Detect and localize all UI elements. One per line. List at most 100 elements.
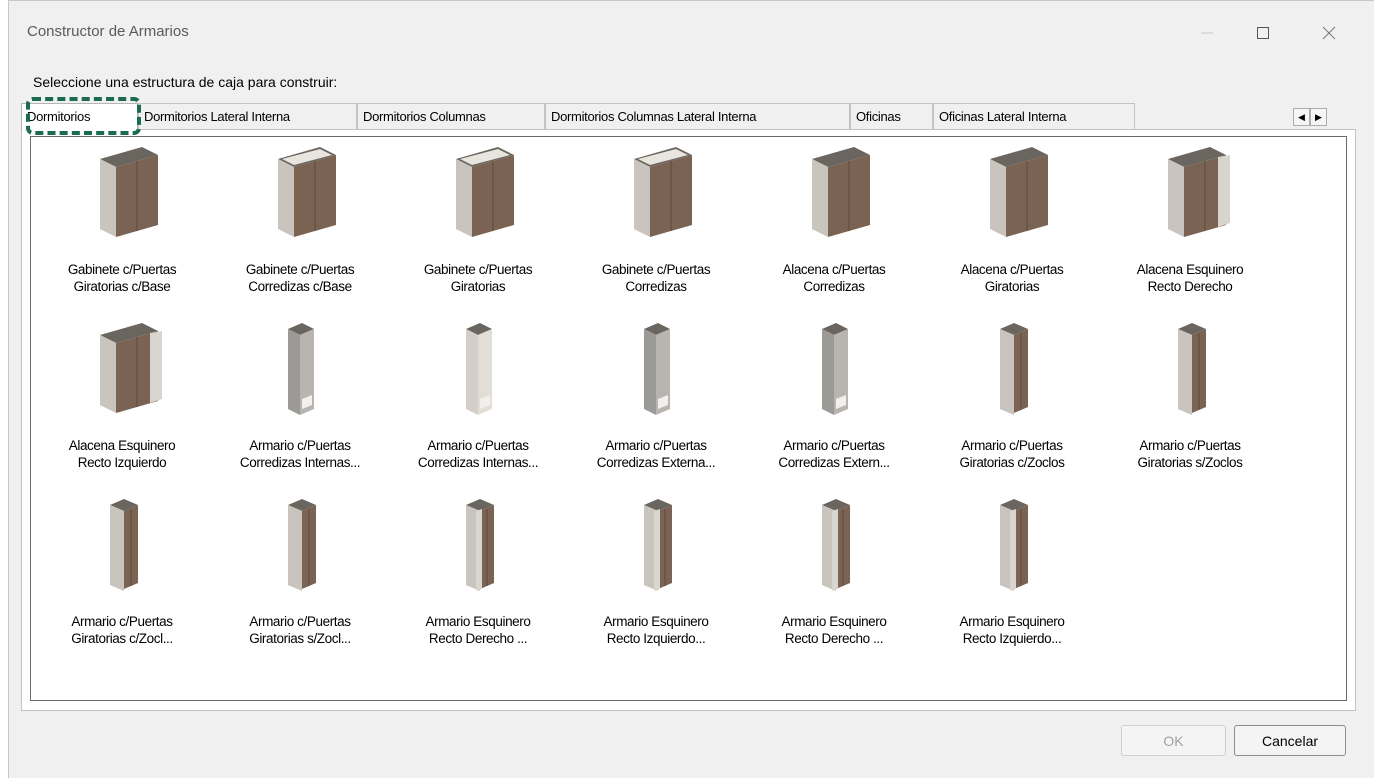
structure-item-label: Alacena Esquinero Recto Derecho <box>1101 261 1279 295</box>
structure-item[interactable]: Armario c/Puertas Giratorias c/Zocl... <box>33 495 211 655</box>
tall-corner-wardrobe-icon <box>1000 499 1028 591</box>
structure-item-label-line2: Recto Derecho ... <box>428 631 528 646</box>
structure-item-label-line1: Armario c/Puertas <box>71 614 173 629</box>
structure-item-label-line2: Giratorias s/Zocl... <box>249 631 351 646</box>
tab-scroller: ◀ ▶ <box>1293 108 1327 126</box>
tab-scroll-left-icon[interactable]: ◀ <box>1293 108 1310 126</box>
corner-cabinet-icon <box>1168 147 1230 237</box>
structure-item[interactable]: Armario c/Puertas Corredizas Extern... <box>745 319 923 479</box>
structure-item-label-line1: Armario Esquinero <box>781 614 887 629</box>
structure-item[interactable]: Armario c/Puertas Corredizas Externa... <box>567 319 745 479</box>
wide-cabinet-icon <box>100 147 158 237</box>
structure-item-label-line2: Corredizas <box>803 279 865 294</box>
structure-item-label: Alacena c/Puertas Giratorias <box>923 261 1101 295</box>
structure-item-label-line1: Armario Esquinero <box>425 614 531 629</box>
tall-corner-wardrobe-icon <box>466 499 494 591</box>
structure-item-label: Gabinete c/Puertas Corredizas <box>567 261 745 295</box>
close-icon[interactable] <box>1306 13 1352 53</box>
structure-item-label-line2: Recto Izquierdo... <box>606 631 706 646</box>
structure-item[interactable]: Armario c/Puertas Corredizas Internas... <box>389 319 567 479</box>
structure-item-label: Armario Esquinero Recto Derecho ... <box>745 613 923 647</box>
wide-cabinet-icon <box>990 147 1048 237</box>
structure-item[interactable]: Armario Esquinero Recto Izquierdo... <box>923 495 1101 655</box>
minimize-icon[interactable] <box>1184 13 1230 53</box>
structure-item-label-line1: Armario c/Puertas <box>783 438 885 453</box>
ok-button[interactable]: OK <box>1121 725 1226 756</box>
structure-item-label-line2: Giratorias s/Zoclos <box>1137 455 1243 470</box>
structure-item-label: Armario Esquinero Recto Izquierdo... <box>567 613 745 647</box>
structure-item-label: Armario c/Puertas Corredizas Externa... <box>567 437 745 471</box>
structure-item-label: Armario c/Puertas Corredizas Internas... <box>211 437 389 471</box>
structure-item[interactable]: Alacena c/Puertas Giratorias <box>923 143 1101 303</box>
structure-item[interactable]: Gabinete c/Puertas Giratorias c/Base <box>33 143 211 303</box>
structure-item-label-line1: Alacena Esquinero <box>68 438 176 453</box>
wide-cabinet-open-top-icon <box>278 147 336 237</box>
tab-panel: Gabinete c/Puertas Giratorias c/Base Gabin… <box>21 129 1356 711</box>
structure-item-label-line1: Armario c/Puertas <box>1139 438 1241 453</box>
tall-frame-grey-icon <box>644 323 670 415</box>
tab-dormitorios-columnas[interactable]: Dormitorios Columnas <box>357 103 545 130</box>
tall-corner-wardrobe-icon <box>644 499 672 591</box>
structure-item[interactable]: Armario Esquinero Recto Derecho ... <box>745 495 923 655</box>
structure-item-label-line2: Corredizas c/Base <box>248 279 352 294</box>
wide-cabinet-open-top-icon <box>634 147 692 237</box>
structure-item-label: Armario c/Puertas Giratorias c/Zoclos <box>923 437 1101 471</box>
structure-item-label: Armario Esquinero Recto Izquierdo... <box>923 613 1101 647</box>
tall-frame-grey-icon <box>288 323 314 415</box>
structure-item-label-line2: Recto Izquierdo <box>77 455 167 470</box>
structure-item-label: Armario c/Puertas Corredizas Extern... <box>745 437 923 471</box>
structure-item[interactable]: Alacena Esquinero Recto Izquierdo <box>33 319 211 479</box>
structure-item-label-line1: Armario c/Puertas <box>961 438 1063 453</box>
structure-item-label-line2: Recto Derecho ... <box>784 631 884 646</box>
structure-item-label-line2: Corredizas Internas... <box>239 455 361 470</box>
tab-dormitorios-columnas-lateral-interna[interactable]: Dormitorios Columnas Lateral Interna <box>545 103 850 130</box>
structure-item-label-line1: Gabinete c/Puertas <box>601 262 711 277</box>
structure-item[interactable]: Armario c/Puertas Giratorias s/Zocl... <box>211 495 389 655</box>
tab-dormitorios[interactable]: Dormitorios <box>21 103 138 131</box>
structure-item-label: Alacena Esquinero Recto Izquierdo <box>33 437 211 471</box>
structure-item[interactable]: Armario c/Puertas Corredizas Internas... <box>211 319 389 479</box>
structure-item-label: Alacena c/Puertas Corredizas <box>745 261 923 295</box>
structure-item-label-line1: Armario c/Puertas <box>605 438 707 453</box>
cancel-button[interactable]: Cancelar <box>1234 725 1346 756</box>
structure-item-label-line2: Corredizas <box>625 279 687 294</box>
structure-item-label-line1: Alacena c/Puertas <box>960 262 1064 277</box>
wide-cabinet-icon <box>812 147 870 237</box>
structure-item-label-line1: Gabinete c/Puertas <box>423 262 533 277</box>
tab-oficinas-lateral-interna[interactable]: Oficinas Lateral Interna <box>933 103 1135 130</box>
structure-item[interactable]: Armario Esquinero Recto Derecho ... <box>389 495 567 655</box>
corner-cabinet-icon <box>100 323 162 413</box>
structure-item[interactable]: Alacena c/Puertas Corredizas <box>745 143 923 303</box>
structure-item[interactable]: Armario Esquinero Recto Izquierdo... <box>567 495 745 655</box>
structure-item[interactable]: Armario c/Puertas Giratorias c/Zoclos <box>923 319 1101 479</box>
wide-cabinet-open-top-icon <box>456 147 514 237</box>
structure-item-label-line1: Armario Esquinero <box>959 614 1065 629</box>
structure-item-label: Gabinete c/Puertas Corredizas c/Base <box>211 261 389 295</box>
structure-item-label-line2: Giratorias <box>450 279 506 294</box>
tall-wardrobe-icon <box>1000 323 1028 415</box>
title-bar: Constructor de Armarios <box>9 1 1374 67</box>
tab-oficinas[interactable]: Oficinas <box>850 103 933 130</box>
structure-item-label: Gabinete c/Puertas Giratorias <box>389 261 567 295</box>
structure-item[interactable]: Gabinete c/Puertas Corredizas <box>567 143 745 303</box>
structure-item-label-line2: Giratorias c/Zocl... <box>71 631 173 646</box>
structure-item-label-line2: Recto Derecho <box>1147 279 1233 294</box>
structure-item-label-line2: Corredizas Internas... <box>417 455 539 470</box>
structure-item-label: Armario c/Puertas Giratorias s/Zocl... <box>211 613 389 647</box>
structure-item-label: Armario c/Puertas Corredizas Internas... <box>389 437 567 471</box>
window-title: Constructor de Armarios <box>27 23 189 40</box>
tall-wardrobe-icon <box>1178 323 1206 415</box>
tall-corner-wardrobe-icon <box>822 499 850 591</box>
structure-gallery[interactable]: Gabinete c/Puertas Giratorias c/Base Gabin… <box>30 136 1347 701</box>
tab-dormitorios-lateral-interna[interactable]: Dormitorios Lateral Interna <box>138 103 357 130</box>
maximize-icon[interactable] <box>1240 13 1286 53</box>
tab-scroll-right-icon[interactable]: ▶ <box>1310 108 1327 126</box>
structure-item-label: Armario c/Puertas Giratorias s/Zoclos <box>1101 437 1279 471</box>
structure-item[interactable]: Armario c/Puertas Giratorias s/Zoclos <box>1101 319 1279 479</box>
structure-item[interactable]: Alacena Esquinero Recto Derecho <box>1101 143 1279 303</box>
structure-item-label-line1: Armario c/Puertas <box>249 614 351 629</box>
structure-item-label-line2: Corredizas Externa... <box>596 455 716 470</box>
structure-item[interactable]: Gabinete c/Puertas Giratorias <box>389 143 567 303</box>
structure-item-label-line2: Corredizas Extern... <box>778 455 890 470</box>
structure-item[interactable]: Gabinete c/Puertas Corredizas c/Base <box>211 143 389 303</box>
